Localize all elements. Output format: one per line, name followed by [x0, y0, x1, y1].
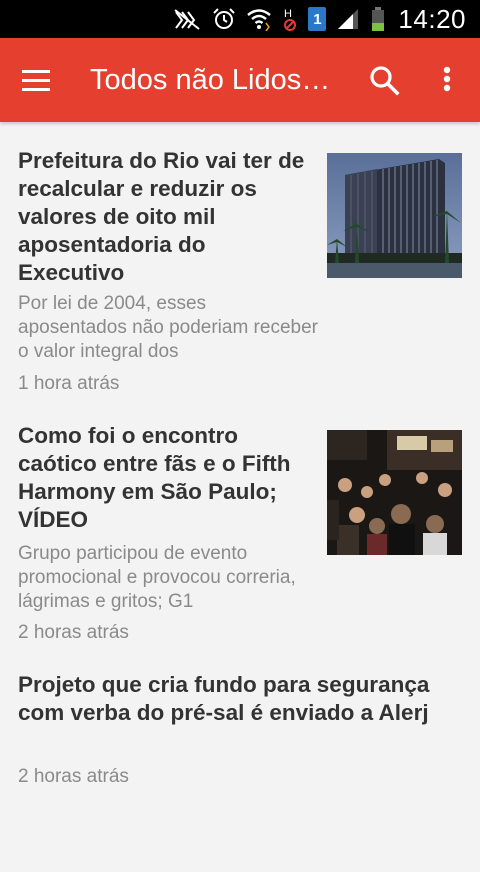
wifi-icon: [246, 7, 272, 31]
article-time: 2 horas atrás: [18, 766, 129, 787]
clock: 14:20: [398, 3, 466, 34]
svg-text:H: H: [284, 8, 292, 20]
mute-icon: [172, 8, 202, 30]
app-bar: Todos não Lidos…: [0, 38, 480, 122]
article-list: Prefeitura do Rio vai ter de recalcular …: [0, 122, 480, 872]
signal-icon: [336, 7, 360, 31]
article-title[interactable]: Como foi o encontro caótico entre fãs e …: [18, 422, 318, 534]
article-title[interactable]: Projeto que cria fundo para segurança co…: [18, 671, 458, 727]
alarm-icon: [212, 7, 236, 31]
sim-icon: 1: [308, 7, 327, 31]
status-bar: H 1 14:20: [0, 0, 480, 38]
article-thumbnail[interactable]: [327, 153, 462, 278]
more-vert-icon[interactable]: [432, 64, 462, 98]
article-summary: Por lei de 2004, esses aposentados não p…: [18, 293, 318, 362]
status-icons: H 1 14:20: [172, 0, 466, 38]
article-time: 1 hora atrás: [18, 373, 120, 394]
article-summary: Grupo participou de evento promocional e…: [18, 543, 296, 612]
article-item[interactable]: Prefeitura do Rio vai ter de recalcular …: [0, 122, 480, 397]
menu-icon[interactable]: [22, 62, 62, 98]
article-item[interactable]: Projeto que cria fundo para segurança co…: [0, 672, 480, 872]
page-title: Todos não Lidos…: [90, 64, 331, 96]
search-icon[interactable]: [368, 64, 402, 98]
article-title[interactable]: Prefeitura do Rio vai ter de recalcular …: [18, 147, 318, 287]
article-item[interactable]: Como foi o encontro caótico entre fãs e …: [0, 397, 480, 672]
battery-icon: [370, 6, 386, 32]
article-thumbnail[interactable]: [327, 430, 462, 555]
h-data-blocked-icon: H: [282, 6, 298, 32]
article-time: 2 horas atrás: [18, 622, 129, 643]
